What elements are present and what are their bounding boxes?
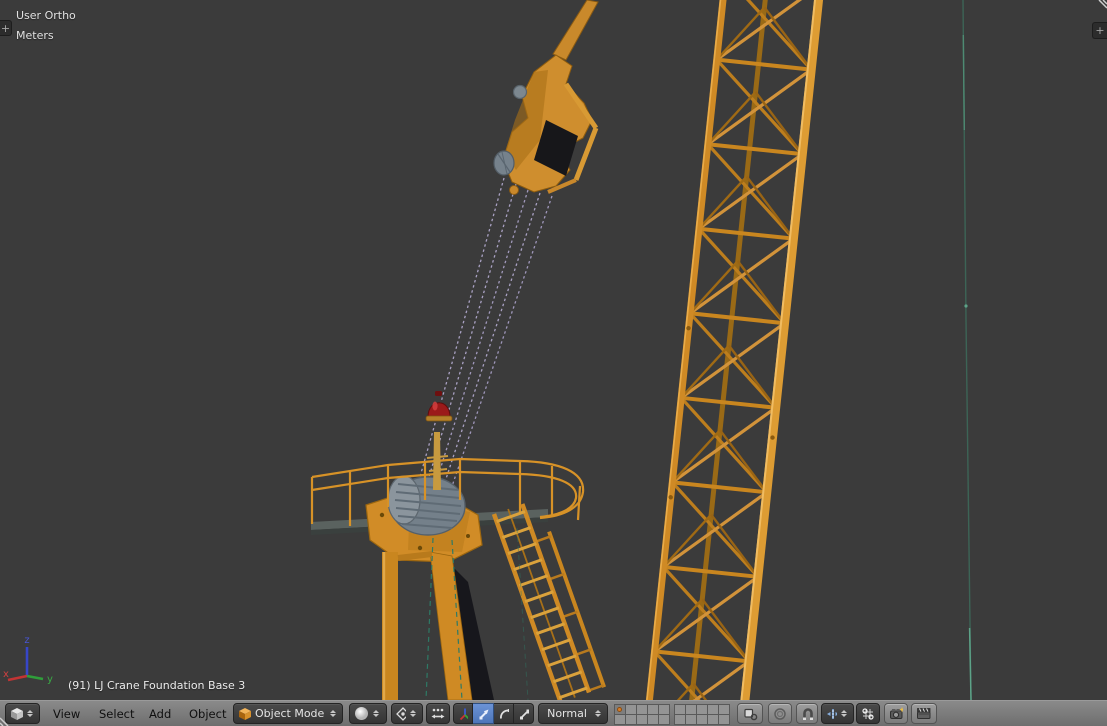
unit-overlay: Meters — [16, 29, 54, 42]
opengl-anim-button[interactable] — [911, 703, 937, 724]
dropdown-arrows-icon — [594, 707, 603, 720]
mode-dropdown-value: Object Mode — [255, 707, 325, 720]
axis-x-label: x — [3, 669, 9, 680]
mode-dropdown[interactable]: Object Mode — [233, 703, 343, 724]
dropdown-arrows-icon — [26, 707, 35, 720]
shading-dropdown[interactable] — [349, 703, 387, 724]
menu-object[interactable]: Object — [184, 701, 231, 726]
manipulator-toggle[interactable] — [453, 703, 473, 724]
snap-element-dropdown[interactable] — [821, 703, 854, 724]
view-name-overlay: User Ortho — [16, 9, 76, 22]
layers-block-1 — [614, 704, 670, 725]
scene-lock-icon — [743, 708, 757, 721]
crane-lattice-boom[interactable] — [642, 0, 827, 700]
translate-icon — [479, 709, 489, 719]
3d-viewport[interactable]: User Ortho Meters (91) LJ Crane Foundati… — [0, 0, 1107, 700]
access-ladder[interactable] — [491, 499, 607, 700]
plus-icon: + — [0, 21, 11, 35]
properties-expand-button[interactable]: + — [1092, 22, 1107, 39]
dropdown-arrows-icon — [372, 707, 381, 720]
pivot-icon — [396, 706, 406, 721]
rotate-manipulator-button[interactable] — [494, 703, 514, 724]
orientation-dropdown[interactable]: Normal — [538, 703, 608, 724]
active-object-overlay: (91) LJ Crane Foundation Base 3 — [68, 679, 246, 692]
layer-cell[interactable] — [718, 714, 730, 725]
pivot-dropdown[interactable] — [391, 703, 423, 724]
manipulator-axes-icon — [459, 708, 468, 720]
shading-sphere-icon — [355, 707, 368, 720]
menu-select[interactable]: Select — [94, 701, 139, 726]
menu-add-label: Add — [149, 707, 172, 721]
menu-view-label: View — [53, 707, 81, 721]
center-points-icon — [431, 708, 445, 718]
center-points-toggle[interactable] — [426, 703, 450, 724]
scene-curve-line[interactable] — [962, 0, 972, 700]
menu-select-label: Select — [99, 707, 135, 721]
blender-window: User Ortho Meters (91) LJ Crane Foundati… — [0, 0, 1107, 726]
proportional-edit-dropdown[interactable] — [768, 703, 792, 724]
viewport-header: View Select Add Object Object Mode Norma… — [0, 700, 1107, 726]
menu-add[interactable]: Add — [144, 701, 176, 726]
opengl-anim-icon — [917, 708, 931, 719]
orientation-dropdown-value: Normal — [547, 707, 587, 720]
axis-z-label: z — [24, 635, 29, 646]
snap-increment-icon — [827, 708, 837, 719]
rotate-icon — [500, 708, 509, 719]
snap-magnet-icon — [803, 707, 813, 720]
editor-cube-icon — [11, 707, 23, 720]
scale-icon — [520, 709, 529, 719]
menu-object-label: Object — [189, 707, 227, 721]
snap-target-icon — [862, 707, 874, 720]
editor-type-button[interactable] — [5, 703, 40, 724]
toolshelf-expand-button[interactable]: + — [0, 20, 12, 36]
scene-lock-button[interactable] — [737, 703, 763, 724]
axis-y-label: y — [47, 674, 53, 685]
scale-manipulator-button[interactable] — [514, 703, 534, 724]
layer-cell[interactable] — [658, 714, 670, 725]
axis-gizmo: z x y — [3, 635, 53, 685]
opengl-render-button[interactable] — [884, 703, 908, 724]
dropdown-arrows-icon — [840, 707, 849, 720]
snap-toggle-button[interactable] — [796, 703, 818, 724]
object-mode-cube-icon — [239, 707, 251, 720]
translate-manipulator-button[interactable] — [473, 703, 494, 724]
dropdown-arrows-icon — [329, 707, 338, 720]
layer-object-dot — [617, 707, 622, 712]
snap-target-button[interactable] — [856, 703, 880, 724]
3d-viewport-canvas[interactable] — [0, 0, 1107, 700]
area-resize-corner-icon[interactable] — [1093, 0, 1107, 14]
layers-block-2 — [674, 704, 730, 725]
hook-block[interactable] — [493, 0, 599, 195]
dropdown-arrows-icon — [409, 707, 418, 720]
opengl-render-icon — [890, 707, 903, 719]
proportional-edit-icon — [774, 707, 786, 720]
menu-view[interactable]: View — [48, 701, 85, 726]
plus-icon: + — [1095, 24, 1105, 37]
